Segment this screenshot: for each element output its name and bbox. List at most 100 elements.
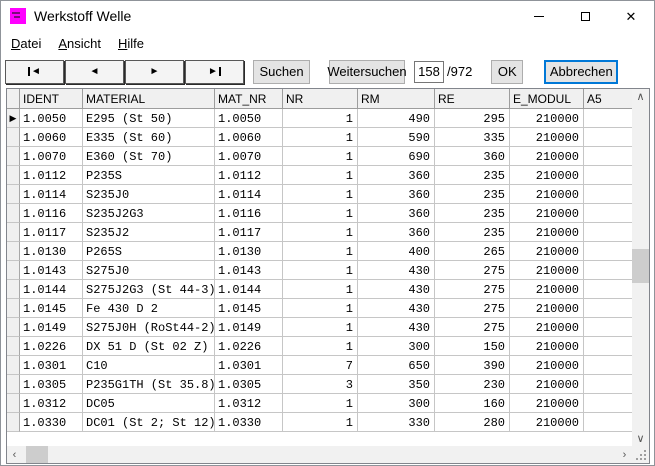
table-cell[interactable]: 210000 [510,223,584,242]
vertical-scrollbar-thumb[interactable] [632,249,649,283]
table-cell[interactable]: DX 51 D (St 02 Z) [83,337,215,356]
row-selector[interactable] [7,318,20,337]
table-cell[interactable]: 210000 [510,204,584,223]
table-cell[interactable]: 390 [435,356,510,375]
table-cell[interactable] [584,109,632,128]
table-cell[interactable] [584,394,632,413]
table-cell[interactable]: P235G1TH (St 35.8) [83,375,215,394]
table-cell[interactable]: 210000 [510,337,584,356]
table-cell[interactable]: 275 [435,318,510,337]
column-header[interactable]: IDENT [20,89,83,109]
table-cell[interactable]: 690 [358,147,435,166]
table-cell[interactable]: 1 [283,261,358,280]
table-cell[interactable]: 1.0114 [215,185,283,204]
row-selector[interactable] [7,242,20,261]
table-cell[interactable]: 275 [435,280,510,299]
table-cell[interactable]: 360 [358,185,435,204]
table-cell[interactable]: 275 [435,299,510,318]
table-row[interactable]: 1.0144S275J2G3 (St 44-3)1.01441430275210… [7,280,632,299]
table-cell[interactable]: 1 [283,166,358,185]
table-row[interactable]: 1.0112P235S1.01121360235210000 [7,166,632,185]
menu-ansicht[interactable]: Ansicht [53,34,106,53]
table-cell[interactable]: P235S [83,166,215,185]
table-cell[interactable]: 300 [358,337,435,356]
row-selector[interactable] [7,147,20,166]
column-header[interactable]: RE [435,89,510,109]
table-cell[interactable]: 1.0226 [215,337,283,356]
table-cell[interactable]: 1.0145 [215,299,283,318]
table-cell[interactable]: E335 (St 60) [83,128,215,147]
column-header[interactable]: NR [283,89,358,109]
table-cell[interactable]: DC05 [83,394,215,413]
menu-datei[interactable]: Datei [6,34,46,53]
row-selector[interactable] [7,394,20,413]
horizontal-scrollbar[interactable]: ‹ › [7,446,632,463]
table-cell[interactable] [584,356,632,375]
row-selector[interactable] [7,204,20,223]
table-cell[interactable]: C10 [83,356,215,375]
table-cell[interactable]: 1.0060 [20,128,83,147]
table-cell[interactable]: 1 [283,337,358,356]
table-cell[interactable]: 295 [435,109,510,128]
table-cell[interactable] [584,261,632,280]
table-cell[interactable]: 360 [435,147,510,166]
table-row[interactable]: 1.0226DX 51 D (St 02 Z)1.022613001502100… [7,337,632,356]
table-cell[interactable]: 275 [435,261,510,280]
last-record-button[interactable]: ► [185,60,244,84]
table-cell[interactable]: 300 [358,394,435,413]
table-row[interactable]: 1.0149S275J0H (RoSt44-2)1.01491430275210… [7,318,632,337]
table-cell[interactable]: 1.0226 [20,337,83,356]
table-cell[interactable]: 490 [358,109,435,128]
table-cell[interactable]: 210000 [510,375,584,394]
table-cell[interactable]: 1.0114 [20,185,83,204]
table-row[interactable]: 1.0060E335 (St 60)1.00601590335210000 [7,128,632,147]
table-cell[interactable]: 1 [283,299,358,318]
table-cell[interactable]: P265S [83,242,215,261]
table-cell[interactable] [584,204,632,223]
table-cell[interactable]: S235J2G3 [83,204,215,223]
table-cell[interactable]: 150 [435,337,510,356]
table-cell[interactable]: 1.0145 [20,299,83,318]
table-cell[interactable]: E360 (St 70) [83,147,215,166]
table-cell[interactable]: 1.0330 [215,413,283,432]
search-button[interactable]: Suchen [253,60,310,84]
table-cell[interactable]: 1.0305 [215,375,283,394]
table-cell[interactable]: 430 [358,299,435,318]
table-cell[interactable]: 1 [283,413,358,432]
table-cell[interactable]: 235 [435,223,510,242]
table-cell[interactable] [584,166,632,185]
table-cell[interactable]: 400 [358,242,435,261]
vertical-scrollbar[interactable]: ∧ ∨ [632,89,649,446]
table-row[interactable]: 1.0116S235J2G31.01161360235210000 [7,204,632,223]
table-cell[interactable]: 1.0116 [215,204,283,223]
table-cell[interactable]: 210000 [510,109,584,128]
table-cell[interactable]: 1.0130 [20,242,83,261]
table-cell[interactable]: DC01 (St 2; St 12) [83,413,215,432]
table-row[interactable]: 1.0130P265S1.01301400265210000 [7,242,632,261]
table-cell[interactable]: 1.0143 [20,261,83,280]
table-cell[interactable]: 350 [358,375,435,394]
table-cell[interactable]: 1.0312 [20,394,83,413]
table-cell[interactable]: S275J0H (RoSt44-2) [83,318,215,337]
table-cell[interactable] [584,128,632,147]
table-row[interactable]: 1.0070E360 (St 70)1.00701690360210000 [7,147,632,166]
table-cell[interactable] [584,147,632,166]
table-cell[interactable]: 210000 [510,185,584,204]
table-cell[interactable]: 265 [435,242,510,261]
table-cell[interactable] [584,185,632,204]
table-cell[interactable]: 1.0149 [20,318,83,337]
table-cell[interactable]: 3 [283,375,358,394]
row-selector[interactable]: ▶ [7,109,20,128]
table-cell[interactable]: 1 [283,280,358,299]
table-cell[interactable]: 590 [358,128,435,147]
scroll-right-button[interactable]: › [617,446,632,463]
table-cell[interactable]: 235 [435,204,510,223]
table-cell[interactable]: 1.0301 [20,356,83,375]
table-cell[interactable]: S235J2 [83,223,215,242]
table-cell[interactable] [584,337,632,356]
table-cell[interactable]: 1 [283,109,358,128]
column-header[interactable]: MAT_NR [215,89,283,109]
table-cell[interactable]: 1 [283,128,358,147]
table-cell[interactable] [584,242,632,261]
scroll-left-button[interactable]: ‹ [7,446,22,463]
